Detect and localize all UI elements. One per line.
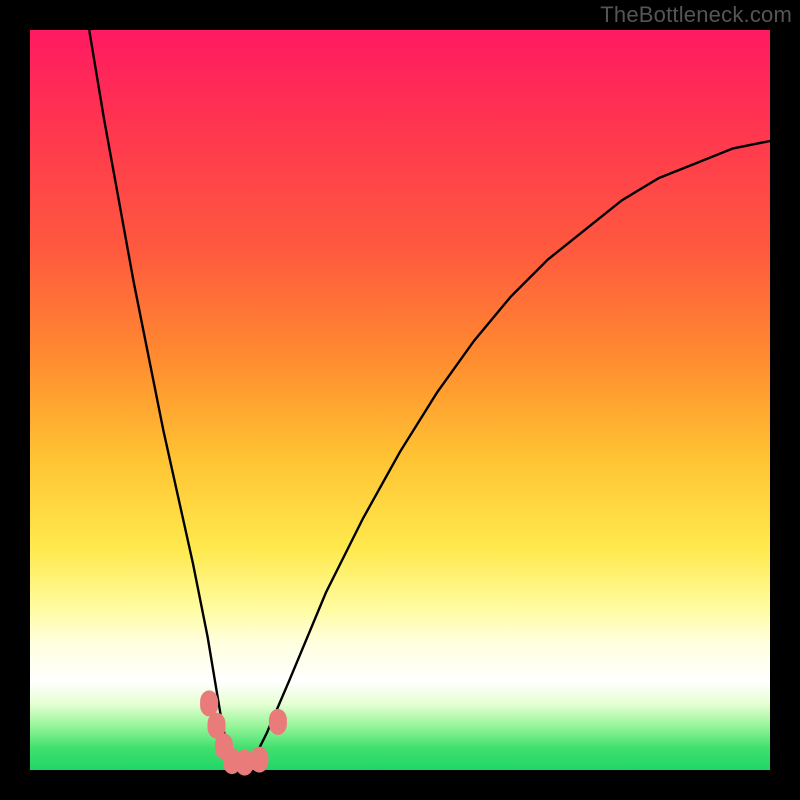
dot-bottom-3 (250, 747, 268, 773)
plot-area (30, 30, 770, 770)
marker-group (200, 690, 287, 775)
chart-frame: TheBottleneck.com (0, 0, 800, 800)
bottleneck-curve (89, 30, 770, 770)
dot-left-upper (200, 690, 218, 716)
watermark-text: TheBottleneck.com (600, 2, 792, 28)
dot-right-upper (269, 709, 287, 735)
chart-svg (30, 30, 770, 770)
